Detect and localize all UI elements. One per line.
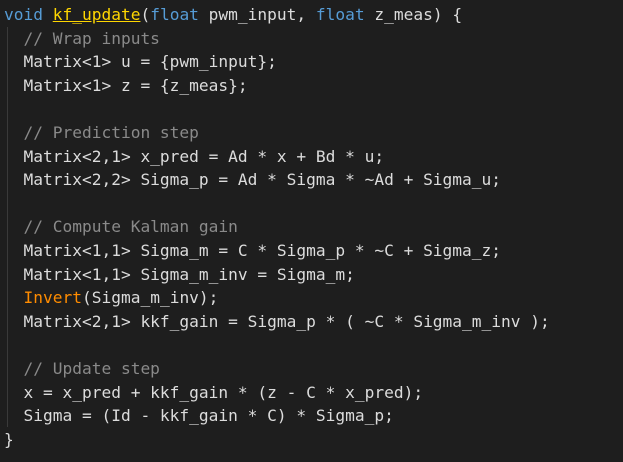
code-line[interactable]: Matrix<1,1> Sigma_m_inv = Sigma_m;: [4, 263, 550, 287]
code-token: z_meas) {: [364, 5, 463, 24]
code-comment: // Prediction step: [4, 122, 199, 142]
code-line[interactable]: Invert(Sigma_m_inv);: [4, 286, 550, 310]
code-keyword: float: [150, 5, 199, 24]
code-line[interactable]: x = x_pred + kkf_gain * (z - C * x_pred)…: [4, 381, 550, 405]
code-token: (Sigma_m_inv);: [81, 288, 219, 308]
code-line[interactable]: Matrix<1,1> Sigma_m = C * Sigma_p * ~C +…: [4, 239, 550, 263]
code-text[interactable]: void kf_update(float pwm_input, float z_…: [4, 3, 550, 451]
code-function-call: Invert: [23, 288, 82, 308]
code-token: Matrix<1> u = {pwm_input};: [4, 52, 277, 72]
code-line[interactable]: Matrix<2,1> x_pred = Ad * x + Bd * u;: [4, 145, 550, 169]
code-token: Matrix<1,1> Sigma_m_inv = Sigma_m;: [4, 264, 355, 284]
code-token: Matrix<2,1> x_pred = Ad * x + Bd * u;: [4, 146, 385, 166]
code-line[interactable]: void kf_update(float pwm_input, float z_…: [4, 3, 550, 27]
code-line[interactable]: // Wrap inputs: [4, 27, 550, 51]
code-comment: // Compute Kalman gain: [4, 217, 238, 237]
code-line[interactable]: Matrix<2,1> kkf_gain = Sigma_p * ( ~C * …: [4, 310, 550, 334]
code-function-name: kf_update: [52, 5, 141, 24]
code-line[interactable]: Matrix<2,2> Sigma_p = Ad * Sigma * ~Ad +…: [4, 168, 550, 192]
code-token: }: [4, 429, 14, 449]
code-line[interactable]: // Prediction step: [4, 121, 550, 145]
code-comment: // Update step: [4, 358, 160, 378]
code-editor[interactable]: void kf_update(float pwm_input, float z_…: [0, 0, 623, 462]
code-token: Matrix<1,1> Sigma_m = C * Sigma_p * ~C +…: [4, 240, 502, 260]
code-token: x = x_pred + kkf_gain * (z - C * x_pred)…: [4, 382, 424, 402]
code-line[interactable]: Sigma = (Id - kkf_gain * C) * Sigma_p;: [4, 404, 550, 428]
code-token: Matrix<1> z = {z_meas};: [4, 75, 248, 95]
code-token: Matrix<2,1> kkf_gain = Sigma_p * ( ~C * …: [4, 311, 550, 331]
code-keyword: void: [4, 5, 43, 24]
code-line[interactable]: // Compute Kalman gain: [4, 215, 550, 239]
code-token: Sigma = (Id - kkf_gain * C) * Sigma_p;: [4, 406, 394, 426]
code-token: Matrix<2,2> Sigma_p = Ad * Sigma * ~Ad +…: [4, 170, 502, 190]
code-token: (: [140, 5, 151, 24]
code-line[interactable]: }: [4, 428, 550, 452]
code-line[interactable]: // Update step: [4, 357, 550, 381]
code-keyword: float: [315, 5, 365, 24]
code-line[interactable]: [4, 333, 550, 357]
code-line[interactable]: [4, 192, 550, 216]
code-line[interactable]: [4, 97, 550, 121]
code-token: pwm_input,: [198, 5, 316, 24]
code-comment: // Wrap inputs: [4, 28, 160, 48]
code-line[interactable]: Matrix<1> z = {z_meas};: [4, 74, 550, 98]
code-line[interactable]: Matrix<1> u = {pwm_input};: [4, 50, 550, 74]
